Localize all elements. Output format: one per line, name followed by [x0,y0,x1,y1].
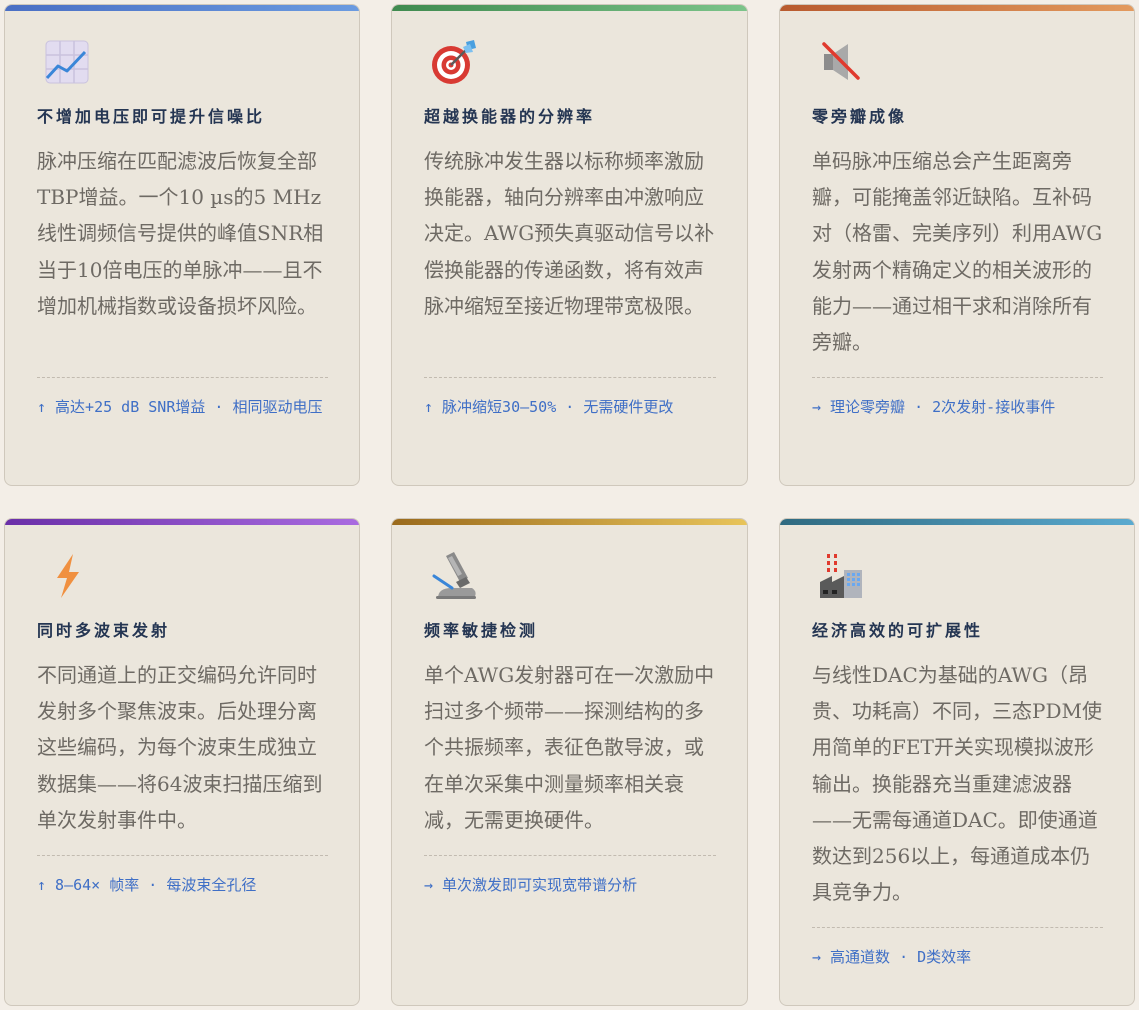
card-tagline: → 理论零旁瓣 · 2次发射-接收事件 [812,398,1056,416]
feature-card-sidelobe: 零旁瓣成像 单码脉冲压缩总会产生距离旁瓣，可能掩盖邻近缺陷。互补码对（格雷、完美… [779,4,1135,486]
factory-icon [818,552,866,600]
card-tagline: → 单次激发即可实现宽带谱分析 [424,876,638,894]
card-description: 脉冲压缩在匹配滤波后恢复全部TBP增益。一个10 µs的5 MHz线性调频信号提… [37,149,324,318]
feature-card-scalability: 经济高效的可扩展性 与线性DAC为基础的AWG（昂贵、功耗高）不同，三态PDM使… [779,518,1135,1006]
card-description: 与线性DAC为基础的AWG（昂贵、功耗高）不同，三态PDM使用简单的FET开关实… [812,663,1102,905]
feature-card-grid: 不增加电压即可提升信噪比 脉冲压缩在匹配滤波后恢复全部TBP增益。一个10 µs… [4,4,1135,1006]
muted-speaker-icon [818,38,866,86]
feature-card-snr: 不增加电压即可提升信噪比 脉冲压缩在匹配滤波后恢复全部TBP增益。一个10 µs… [4,4,360,486]
card-title: 不增加电压即可提升信噪比 [37,107,266,126]
microscope-icon [430,552,478,600]
card-divider [812,927,1103,928]
card-title: 经济高效的可扩展性 [812,621,984,640]
card-divider [37,855,328,856]
card-description: 不同通道上的正交编码允许同时发射多个聚焦波束。后处理分离这些编码，为每个波束生成… [37,663,323,832]
lightning-icon [43,552,91,600]
card-title: 零旁瓣成像 [812,107,908,126]
card-accent-bar [780,5,1134,11]
chart-increasing-icon [43,38,91,86]
card-title: 同时多波束发射 [37,621,171,640]
card-divider [424,855,716,856]
card-tagline: ↑ 8–64× 帧率 · 每波束全孔径 [37,876,257,894]
card-accent-bar [392,5,747,11]
card-description: 单个AWG发射器可在一次激励中扫过多个频带——探测结构的多个共振频率，表征色散导… [424,663,715,832]
card-accent-bar [780,519,1134,525]
card-divider [37,377,328,378]
card-description: 传统脉冲发生器以标称频率激励换能器，轴向分辨率由冲激响应决定。AWG预失真驱动信… [424,149,715,318]
card-title: 超越换能器的分辨率 [424,107,596,126]
feature-card-frequency: 频率敏捷检测 单个AWG发射器可在一次激励中扫过多个频带——探测结构的多个共振频… [391,518,748,1006]
card-tagline: ↑ 高达+25 dB SNR增益 · 相同驱动电压 [37,398,323,416]
card-divider [812,377,1103,378]
card-accent-bar [392,519,747,525]
feature-card-multibeam: 同时多波束发射 不同通道上的正交编码允许同时发射多个聚焦波束。后处理分离这些编码… [4,518,360,1006]
card-tagline: ↑ 脉冲缩短30–50% · 无需硬件更改 [424,398,674,416]
target-icon [430,38,478,86]
card-accent-bar [5,519,359,525]
card-description: 单码脉冲压缩总会产生距离旁瓣，可能掩盖邻近缺陷。互补码对（格雷、完美序列）利用A… [812,149,1103,355]
feature-card-resolution: 超越换能器的分辨率 传统脉冲发生器以标称频率激励换能器，轴向分辨率由冲激响应决定… [391,4,748,486]
card-title: 频率敏捷检测 [424,621,539,640]
card-divider [424,377,716,378]
card-tagline: → 高通道数 · D类效率 [812,948,972,966]
card-accent-bar [5,5,359,11]
